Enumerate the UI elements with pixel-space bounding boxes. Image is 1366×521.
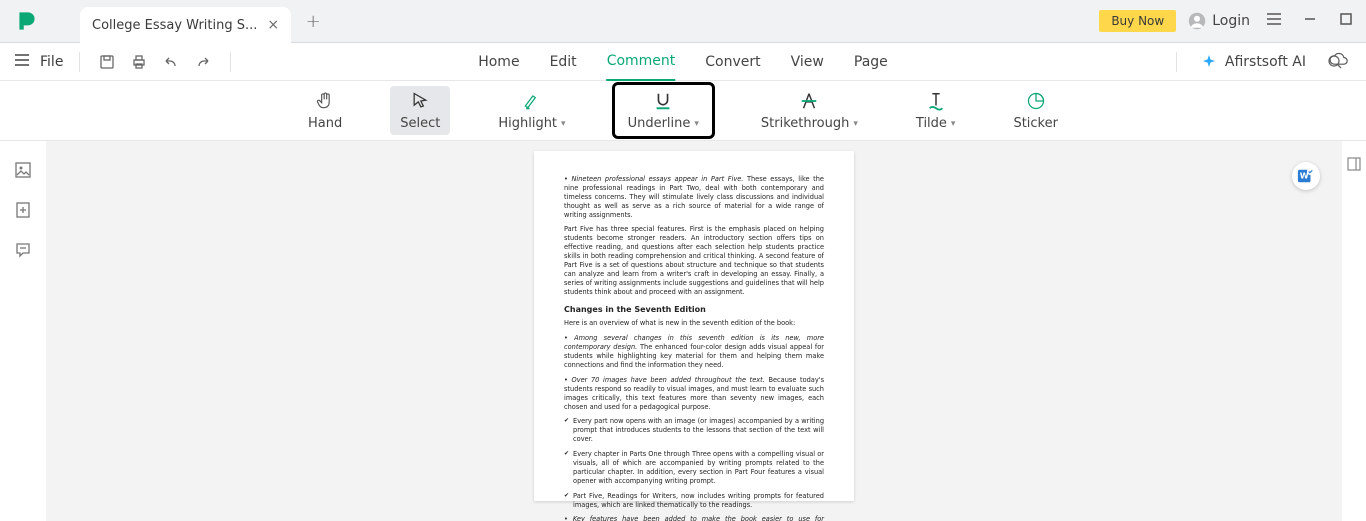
chevron-down-icon: ▾ (951, 119, 956, 129)
print-icon[interactable] (128, 51, 150, 73)
sticker-tool[interactable]: Sticker (1003, 86, 1068, 135)
highlight-tool[interactable]: Highlight ▾ (488, 86, 575, 135)
sticker-icon (1025, 90, 1047, 112)
save-icon[interactable] (96, 51, 118, 73)
login-label: Login (1212, 13, 1250, 29)
chevron-down-icon: ▾ (694, 119, 699, 129)
redo-icon[interactable] (192, 51, 214, 73)
titlebar: College Essay Writing S... × + Buy Now L… (0, 0, 1366, 43)
select-tool[interactable]: Select (390, 86, 450, 135)
thumbnails-icon[interactable] (12, 159, 34, 181)
section-heading: Changes in the Seventh Edition (564, 305, 824, 316)
close-icon[interactable]: × (267, 17, 279, 33)
underline-tool[interactable]: Underline▾ (614, 84, 713, 137)
menu-view[interactable]: View (791, 43, 824, 81)
right-panel-icon[interactable] (1343, 153, 1365, 175)
underline-icon (652, 90, 674, 112)
cursor-icon (409, 90, 431, 112)
divider (1176, 52, 1177, 72)
ai-label: Afirstsoft AI (1225, 54, 1306, 70)
tool-label: Sticker (1013, 116, 1058, 131)
hamburger-icon[interactable] (1262, 12, 1286, 30)
tilde-tool[interactable]: Tilde ▾ (906, 86, 966, 135)
menubar: File Home Edit Comment Convert View Page… (0, 43, 1366, 81)
login-button[interactable]: Login (1188, 12, 1250, 30)
divider (230, 52, 231, 72)
content-area: • Nineteen professional essays appear in… (0, 141, 1366, 521)
menu-convert[interactable]: Convert (705, 43, 760, 81)
main-menu: Home Edit Comment Convert View Page (478, 43, 888, 81)
menu-page[interactable]: Page (854, 43, 888, 81)
chevron-down-icon: ▾ (853, 119, 858, 129)
tilde-icon (925, 90, 947, 112)
tool-label: Highlight (498, 116, 557, 131)
tool-label: Hand (308, 116, 342, 131)
menu-comment[interactable]: Comment (607, 43, 676, 81)
file-menu-icon[interactable] (14, 53, 30, 71)
minimize-icon[interactable] (1298, 12, 1322, 30)
document-canvas[interactable]: • Nineteen professional essays appear in… (46, 141, 1342, 521)
document-page: • Nineteen professional essays appear in… (534, 151, 854, 501)
user-icon (1188, 12, 1206, 30)
sparkle-icon (1201, 54, 1217, 70)
menu-edit[interactable]: Edit (550, 43, 577, 81)
tab-title: College Essay Writing S... (92, 18, 257, 33)
tool-label: Strikethrough (761, 116, 849, 131)
bookmarks-icon[interactable] (12, 199, 34, 221)
hand-tool[interactable]: Hand (298, 86, 352, 135)
tool-label: Select (400, 116, 440, 131)
undo-icon[interactable] (160, 51, 182, 73)
file-menu[interactable]: File (40, 54, 63, 70)
comments-panel-icon[interactable] (12, 239, 34, 261)
highlighter-icon (521, 90, 543, 112)
word-export-badge[interactable]: W (1292, 162, 1320, 190)
cloud-sync-icon[interactable] (1328, 52, 1348, 72)
tool-label: Underline (628, 116, 691, 131)
divider (79, 52, 80, 72)
maximize-icon[interactable] (1334, 12, 1358, 30)
strikethrough-icon (798, 90, 820, 112)
chevron-down-icon: ▾ (561, 119, 566, 129)
buy-now-button[interactable]: Buy Now (1099, 10, 1176, 32)
hand-icon (314, 90, 336, 112)
strikethrough-tool[interactable]: Strikethrough ▾ (751, 86, 868, 135)
left-sidebar (0, 141, 46, 521)
app-logo (14, 8, 40, 34)
document-tab[interactable]: College Essay Writing S... × (80, 7, 291, 43)
comment-toolbar: Hand Select Highlight▾ Underline▾ Strike… (0, 81, 1366, 141)
tool-label: Tilde (916, 116, 947, 131)
ai-button[interactable]: Afirstsoft AI (1201, 54, 1306, 70)
add-tab-button[interactable]: + (299, 7, 327, 35)
right-sidebar (1342, 141, 1366, 521)
menu-home[interactable]: Home (478, 43, 519, 81)
